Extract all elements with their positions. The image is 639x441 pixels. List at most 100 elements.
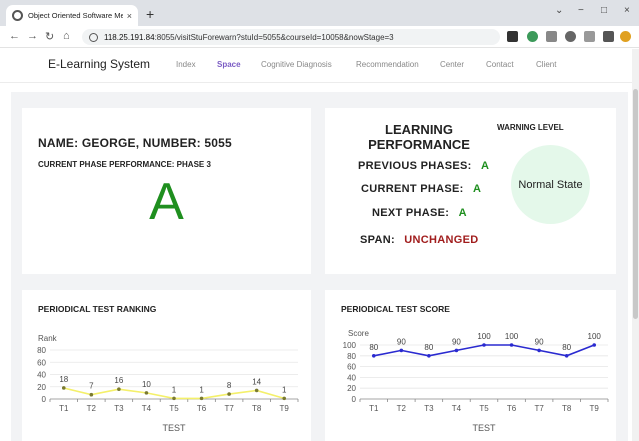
next-phase-label: NEXT PHASE: — [372, 207, 450, 219]
data-point — [199, 396, 204, 401]
reading-list-icon[interactable] — [584, 31, 595, 42]
score-chart: Score 0 20 4060 80 100 T1 T2 T3 T4 T5 T6 T7 T8 T9 80 90 8… — [343, 329, 609, 433]
x-tick-label: T6 — [197, 404, 207, 413]
ranking-chart: Rank020406080T1 T2 T3 T4 T5 T6 T7 T8 T918716 101 1… — [37, 334, 299, 433]
previous-phases-value: A — [480, 160, 490, 172]
y-tick-label: 40 — [347, 373, 356, 382]
data-point — [61, 386, 66, 390]
x-tick-label: T3 — [424, 404, 434, 413]
maximize-button[interactable]: □ — [601, 5, 607, 16]
back-arrow-icon[interactable]: ← — [9, 30, 20, 42]
brand-title[interactable]: E-Learning System — [48, 57, 150, 71]
tab-search-chevron-icon[interactable]: ⌄ — [555, 5, 563, 16]
y-tick-label: 80 — [347, 352, 356, 361]
x-axis-label: TEST — [472, 423, 496, 433]
current-phase-label: CURRENT PHASE: — [361, 183, 464, 195]
data-label: 100 — [588, 332, 602, 341]
data-point — [399, 348, 404, 353]
x-tick-label: T8 — [562, 404, 572, 413]
nav-space[interactable]: Space — [217, 60, 241, 69]
x-tick-label: T4 — [142, 404, 152, 413]
x-tick-label: T9 — [280, 404, 290, 413]
y-tick-label: 80 — [37, 346, 46, 355]
data-label: 10 — [142, 380, 151, 389]
nav-contact[interactable]: Contact — [486, 60, 514, 69]
extension-icon[interactable] — [546, 31, 557, 42]
x-tick-label: T1 — [59, 404, 69, 413]
y-tick-label: 20 — [347, 384, 356, 393]
data-label: 80 — [369, 343, 378, 352]
site-info-icon[interactable] — [89, 32, 98, 42]
ranking-chart-card: PERIODICAL TEST RANKING Rank 0 20 40 60 80 T1 T… — [22, 290, 311, 441]
extension-icon[interactable] — [527, 31, 538, 42]
previous-phases-label: PREVIOUS PHASES: — [358, 160, 472, 172]
url-field[interactable]: 118.25.191.84:8055/visitStuForewarn?stuI… — [82, 29, 500, 45]
x-axis-label: TEST — [162, 423, 186, 433]
puzzle-icon[interactable] — [565, 31, 576, 42]
minimize-button[interactable]: − — [578, 5, 584, 16]
previous-phases-row: PREVIOUS PHASES: A — [358, 160, 489, 172]
new-tab-button[interactable]: + — [146, 6, 154, 22]
y-tick-label: 40 — [37, 371, 46, 380]
nav-recommendation[interactable]: Recommendation — [356, 60, 419, 69]
score-chart-card: PERIODICAL TEST SCORE Score 0 20 40 60 80 100 T… — [325, 290, 616, 441]
data-label: 90 — [452, 337, 461, 346]
x-tick-label: T8 — [252, 404, 262, 413]
nav-client[interactable]: Client — [536, 60, 556, 69]
y-axis-label: Rank — [38, 334, 58, 343]
browser-tab-strip: Object Oriented Software Metho × + ⌄ − □… — [0, 0, 639, 26]
data-point — [592, 343, 597, 347]
x-tick-label: T9 — [590, 404, 600, 413]
x-tick-label: T7 — [534, 404, 544, 413]
learning-performance-title: LEARNING PERFORMANCE — [349, 122, 489, 152]
nav-index[interactable]: Index — [176, 60, 196, 69]
current-grade: A — [149, 173, 184, 231]
profile-avatar-icon[interactable] — [620, 31, 631, 42]
warning-state-text: Normal State — [518, 178, 583, 191]
y-axis-label: Score — [348, 329, 369, 338]
tab-favicon-icon — [12, 10, 23, 21]
data-point — [89, 392, 94, 397]
data-point — [254, 388, 259, 393]
data-point — [454, 348, 459, 353]
data-point — [117, 387, 121, 391]
nav-cognitive-diagnosis[interactable]: Cognitive Diagnosis — [261, 60, 332, 69]
page-scrollbar[interactable] — [632, 49, 639, 441]
close-window-button[interactable]: × — [624, 5, 630, 16]
title-line-1: LEARNING — [385, 122, 453, 137]
reload-icon[interactable]: ↻ — [45, 30, 54, 43]
data-point — [537, 348, 541, 353]
data-label: 100 — [505, 332, 519, 341]
data-label: 90 — [397, 337, 406, 346]
x-tick-label: T1 — [369, 404, 379, 413]
data-label: 16 — [114, 376, 123, 385]
url-text: 118.25.191.84:8055/visitStuForewarn?stuI… — [104, 33, 394, 42]
score-chart-title: PERIODICAL TEST SCORE — [341, 304, 450, 314]
app-navbar: E-Learning System Index Space Cognitive … — [0, 49, 639, 83]
scrollbar-thumb[interactable] — [633, 89, 638, 319]
data-point — [509, 343, 514, 347]
y-tick-label: 60 — [37, 358, 46, 367]
browser-tab[interactable]: Object Oriented Software Metho × — [6, 5, 138, 26]
performance-card: LEARNING PERFORMANCE WARNING LEVEL PREVI… — [325, 108, 616, 274]
tab-close-icon[interactable]: × — [127, 11, 132, 21]
data-point — [172, 396, 176, 401]
span-row: SPAN: UNCHANGED — [360, 234, 478, 246]
tab-title: Object Oriented Software Metho — [28, 11, 123, 20]
data-point — [427, 354, 431, 358]
data-label: 1 — [199, 385, 204, 394]
nav-center[interactable]: Center — [440, 60, 464, 69]
side-panel-icon[interactable] — [603, 31, 614, 42]
x-tick-label: T2 — [397, 404, 407, 413]
warning-state-badge: Normal State — [511, 145, 590, 224]
extension-icon[interactable] — [507, 31, 518, 42]
data-point — [371, 354, 376, 358]
data-point — [144, 391, 149, 395]
data-label: 7 — [89, 382, 94, 391]
data-label: 14 — [252, 377, 261, 386]
y-tick-label: 0 — [42, 395, 47, 404]
title-line-2: PERFORMANCE — [368, 137, 470, 152]
next-phase-value: A — [458, 207, 467, 219]
forward-arrow-icon[interactable]: → — [27, 30, 38, 42]
home-icon[interactable]: ⌂ — [63, 30, 70, 42]
